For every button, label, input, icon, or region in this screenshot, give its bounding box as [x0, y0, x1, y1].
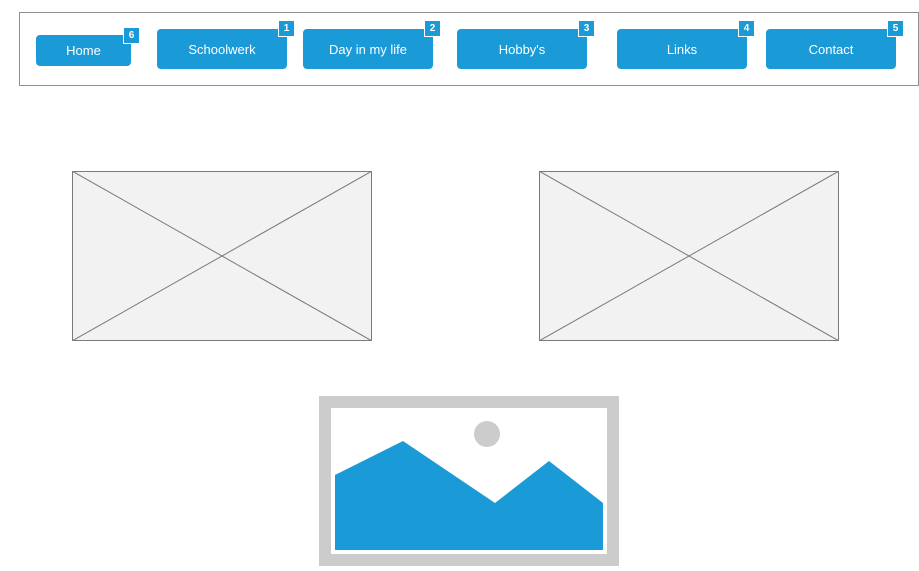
nav-button-home[interactable]: Home	[36, 35, 131, 66]
image-placeholder-left	[72, 171, 372, 341]
image-placeholder-x-icon	[72, 171, 372, 341]
nav-badge-hobbys: 3	[578, 20, 595, 37]
sun-icon	[474, 421, 500, 447]
nav-label-hobbys: Hobby's	[498, 41, 546, 57]
nav-label-contact: Contact	[808, 41, 854, 57]
nav-button-contact[interactable]: Contact	[766, 29, 896, 69]
nav-label-schoolwerk: Schoolwerk	[188, 41, 256, 57]
nav-badge-contact: 5	[887, 20, 904, 37]
nav-badge-day-in-my-life: 2	[424, 20, 441, 37]
nav-label-links: Links	[666, 41, 698, 57]
nav-button-day-in-my-life[interactable]: Day in my life	[303, 29, 433, 69]
image-placeholder-x-icon	[539, 171, 839, 341]
navigation-bar: Home 6 Schoolwerk 1 Day in my life 2 Hob…	[19, 12, 919, 86]
nav-badge-links: 4	[738, 20, 755, 37]
nav-button-hobbys[interactable]: Hobby's	[457, 29, 587, 69]
nav-label-day-in-my-life: Day in my life	[328, 41, 408, 57]
image-placeholder-right	[539, 171, 839, 341]
nav-label-home: Home	[66, 43, 101, 58]
nav-button-links[interactable]: Links	[617, 29, 747, 69]
nav-button-schoolwerk[interactable]: Schoolwerk	[157, 29, 287, 69]
nav-badge-home: 6	[123, 27, 140, 44]
landscape-image-icon	[319, 396, 619, 566]
image-widget	[319, 396, 619, 566]
nav-badge-schoolwerk: 1	[278, 20, 295, 37]
